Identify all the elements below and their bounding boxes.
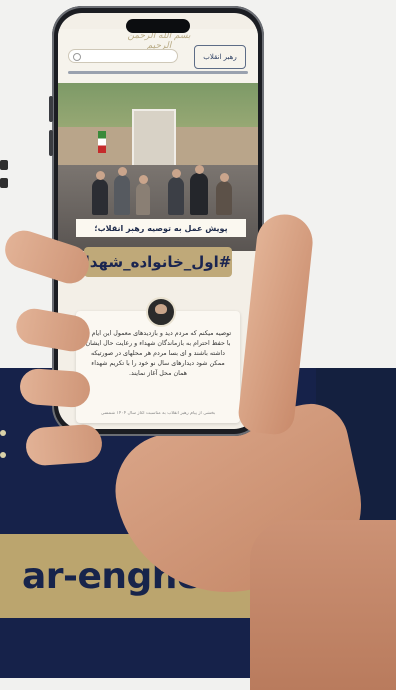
- avatar: [146, 297, 176, 327]
- post-headline: پویش عمل به توصیه رهبر انقلاب؛: [94, 223, 228, 233]
- phone-side-button: [49, 96, 53, 122]
- photo-person: [190, 165, 208, 215]
- finger: [18, 367, 92, 409]
- photo-gate: [132, 109, 176, 167]
- news-photo[interactable]: پویش عمل به توصیه رهبر انقلاب؛: [58, 83, 258, 251]
- photo-person: [92, 171, 108, 215]
- flag-icon: [98, 131, 106, 153]
- quote-card: توصیه میکنم که مردم دید و بازدیدهای معمو…: [76, 297, 240, 423]
- headline-band: پویش عمل به توصیه رهبر انقلاب؛: [76, 219, 246, 237]
- photo-person: [136, 175, 150, 215]
- phone-screen: بسم الله الرحمن الرحیم رهبر انقلاب پویش …: [58, 13, 258, 429]
- search-icon: [73, 53, 81, 61]
- site-header: بسم الله الرحمن الرحیم رهبر انقلاب: [58, 29, 258, 83]
- photo-person: [114, 167, 130, 215]
- photo-person: [216, 173, 232, 215]
- dynamic-island: [126, 19, 190, 33]
- photo-person: [168, 169, 184, 215]
- finger: [24, 423, 104, 467]
- quote-text: توصیه میکنم که مردم دید و بازدیدهای معمو…: [84, 330, 232, 377]
- bismillah-calligraphy: بسم الله الرحمن الرحیم: [127, 31, 191, 51]
- side-text-fragment-bottom: [0, 430, 14, 490]
- search-input[interactable]: [68, 49, 178, 63]
- hand-wrist: [250, 520, 396, 690]
- post-hashtag: #اول_خانواده_شهدا: [84, 253, 232, 271]
- phone-side-button: [49, 130, 53, 156]
- quote-footnote: بخشی از پیام رهبر انقلاب به مناسبت آغاز …: [100, 411, 216, 416]
- site-subtitle: [68, 71, 248, 74]
- hashtag-box[interactable]: #اول_خانواده_شهدا: [84, 247, 232, 277]
- site-logo[interactable]: رهبر انقلاب: [194, 45, 246, 69]
- side-text-fragment-top: [0, 160, 10, 192]
